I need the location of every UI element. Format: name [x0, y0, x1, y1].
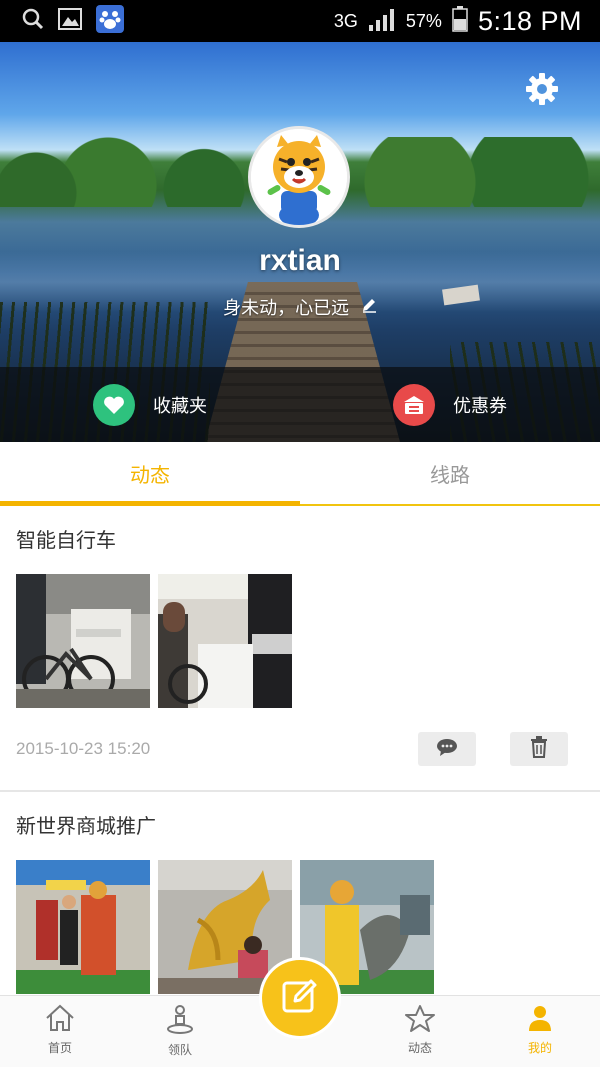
- network-type: 3G: [333, 10, 358, 31]
- nav-activity-label: 动态: [407, 1041, 432, 1055]
- coupons-label: 优惠券: [453, 395, 507, 417]
- edit-pencil-icon[interactable]: [361, 297, 377, 318]
- nav-leader[interactable]: 领队: [140, 1004, 220, 1058]
- favorites-button[interactable]: 收藏夹: [0, 367, 300, 442]
- coupons-button[interactable]: 优惠券: [300, 367, 600, 442]
- post-timestamp: 2015-10-23 15:20: [16, 739, 151, 758]
- profile-signature[interactable]: 身未动，心已远: [0, 294, 600, 320]
- costume-performers-photo[interactable]: [16, 860, 150, 994]
- comment-button[interactable]: [418, 732, 476, 766]
- tab-activity[interactable]: 动态: [0, 442, 300, 506]
- nav-home-label: 首页: [47, 1041, 72, 1055]
- nav-home[interactable]: 首页: [20, 1004, 100, 1056]
- content-tabs: 动态 线路: [0, 442, 600, 506]
- bike-display-photo[interactable]: [158, 574, 292, 708]
- heart-icon: [93, 383, 135, 426]
- activity-feed[interactable]: 智能自行车 2015-10-23 15:20 新世界商城推广: [0, 506, 600, 996]
- trash-icon: [530, 736, 548, 762]
- gear-icon: [525, 72, 559, 110]
- signature-text: 身未动，心已远: [223, 298, 350, 319]
- search-icon: [22, 8, 44, 34]
- tab-routes[interactable]: 线路: [300, 442, 600, 504]
- nav-mine-label: 我的: [527, 1041, 552, 1055]
- settings-button[interactable]: [524, 73, 560, 109]
- nav-leader-label: 领队: [167, 1043, 192, 1057]
- post-item[interactable]: 智能自行车 2015-10-23 15:20: [0, 506, 600, 790]
- profile-actions: 收藏夹 优惠券: [0, 367, 600, 442]
- post-meta: 2015-10-23 15:20: [16, 708, 584, 790]
- bike-booth-photo[interactable]: [16, 574, 150, 708]
- signal-icon: [368, 7, 396, 36]
- clock: 5:18 PM: [477, 5, 582, 36]
- tiger-mascot-avatar: [251, 129, 347, 225]
- favorites-label: 收藏夹: [153, 395, 207, 417]
- battery-percent: 57%: [405, 10, 442, 31]
- delete-button[interactable]: [510, 732, 568, 766]
- baidu-paw-icon: [96, 5, 124, 37]
- ticket-icon: [393, 383, 435, 426]
- avatar[interactable]: [248, 126, 350, 228]
- star-icon: [405, 1005, 435, 1035]
- status-bar: 3G 57% 5:18 PM: [0, 0, 600, 42]
- nav-activity[interactable]: 动态: [380, 1004, 460, 1056]
- username: rxtian: [259, 244, 341, 277]
- nav-mine[interactable]: 我的: [500, 1004, 580, 1056]
- home-icon: [45, 1004, 75, 1035]
- person-icon: [526, 1006, 554, 1035]
- edit-icon: [281, 977, 319, 1019]
- post-title: 新世界商城推广: [16, 814, 156, 838]
- compose-button[interactable]: [262, 960, 338, 1036]
- battery-icon: [452, 5, 468, 37]
- profile-header: rxtian 身未动，心已远 收藏夹 优惠券: [0, 42, 600, 442]
- post-title: 智能自行车: [16, 528, 116, 552]
- gallery-icon: [58, 8, 82, 34]
- comment-icon: [436, 738, 458, 760]
- post-photos: [16, 574, 584, 708]
- leader-pin-icon: [165, 1005, 195, 1037]
